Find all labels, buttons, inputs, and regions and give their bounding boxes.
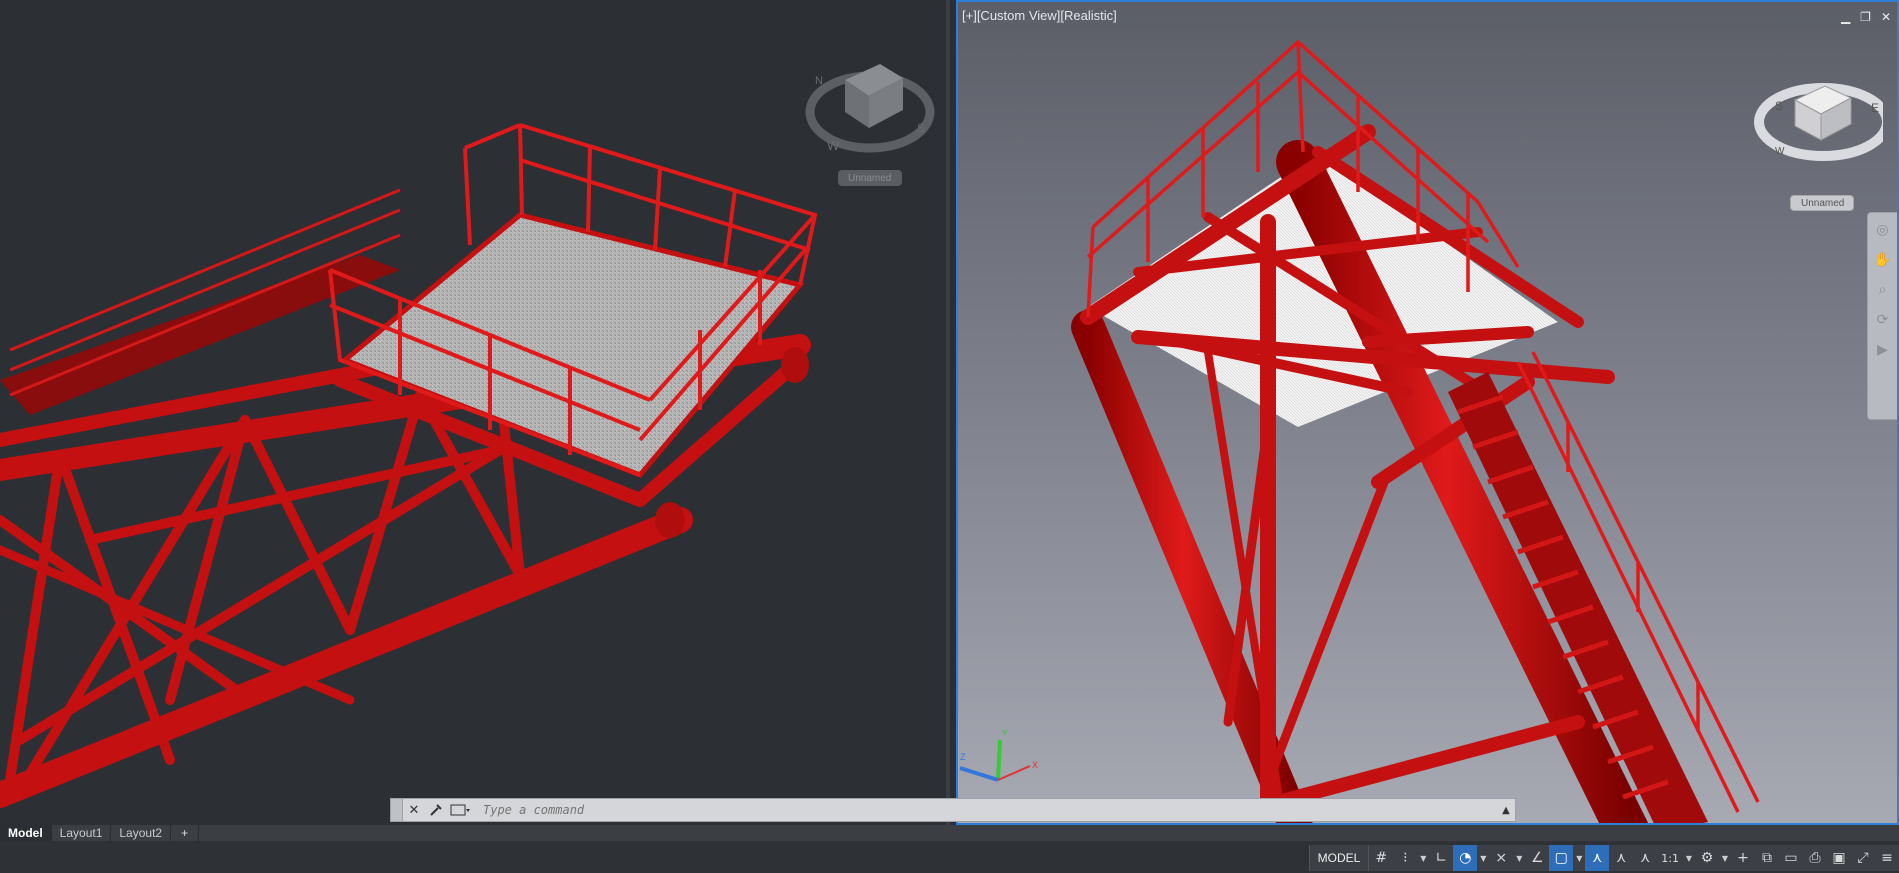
ucs-x-label: X bbox=[1032, 760, 1038, 770]
command-history-arrow-icon[interactable]: ▲ bbox=[1497, 805, 1515, 816]
close-viewport-icon[interactable]: ✕ bbox=[1881, 10, 1891, 24]
right-viewport[interactable]: Y X Z [+][Custom View][Realistic] ▁ ❐ ✕ … bbox=[956, 0, 1899, 825]
scale-dropdown-icon[interactable]: ▼ bbox=[1683, 845, 1695, 871]
recent-commands-icon[interactable] bbox=[447, 799, 475, 821]
snap-dropdown-icon[interactable]: ▼ bbox=[1417, 845, 1429, 871]
zoom-icon[interactable]: ⌕ bbox=[1874, 281, 1892, 299]
compass-w-label: W bbox=[827, 138, 840, 153]
ucs-y-label: Y bbox=[1002, 728, 1008, 738]
isodraft-dropdown-icon[interactable]: ▼ bbox=[1513, 845, 1525, 871]
snap-icon[interactable]: ⁝ bbox=[1393, 845, 1417, 871]
add-layout-button[interactable]: + bbox=[171, 825, 200, 841]
grid-icon[interactable]: # bbox=[1369, 845, 1393, 871]
customize-icon[interactable] bbox=[425, 799, 447, 821]
tab-layout2[interactable]: Layout2 bbox=[111, 825, 172, 841]
command-input[interactable] bbox=[475, 800, 1497, 820]
compass-e-label: E bbox=[1871, 101, 1879, 115]
command-line-grip[interactable] bbox=[391, 799, 403, 821]
clean-screen-icon[interactable]: ⤢ bbox=[1851, 845, 1875, 871]
viewport-label[interactable]: [+][Custom View][Realistic] bbox=[962, 8, 1117, 23]
right-named-view-menu[interactable]: Unnamed bbox=[1790, 195, 1854, 211]
close-command-line-icon[interactable]: ✕ bbox=[403, 799, 425, 821]
annotation-visibility-icon[interactable]: ⋏ bbox=[1585, 845, 1610, 871]
object-snap-tracking-icon[interactable]: ∠ bbox=[1525, 845, 1549, 871]
left-viewcube[interactable]: N W S bbox=[805, 40, 935, 160]
compass-s-label: S bbox=[917, 121, 925, 135]
viewport-controls: ▁ ❐ ✕ bbox=[1841, 10, 1891, 24]
tab-model[interactable]: Model bbox=[0, 825, 52, 841]
compass-s-label: S bbox=[1775, 99, 1783, 113]
ucs-icon: Y X Z bbox=[959, 728, 1038, 782]
compass-w-label: W bbox=[1775, 146, 1785, 157]
status-bar: MODEL # ⁝ ▼ ∟ ◔ ▼ ⨯ ▼ ∠ ▢ ▼ ⋏ ⋏ ⋏ 1:1 ▼ … bbox=[0, 841, 1899, 873]
ucs-z-label: Z bbox=[960, 752, 966, 762]
isodraft-icon[interactable]: ⨯ bbox=[1489, 845, 1513, 871]
minimize-viewport-icon[interactable]: ▁ bbox=[1841, 10, 1850, 24]
annotation-monitor-icon[interactable]: + bbox=[1731, 845, 1755, 871]
tab-layout1[interactable]: Layout1 bbox=[52, 825, 112, 841]
right-viewcube[interactable]: S E W bbox=[1753, 60, 1883, 170]
hardware-accel-icon[interactable]: ▣ bbox=[1827, 845, 1851, 871]
navigation-bar: ◎ ✋ ⌕ ⟳ ▶ bbox=[1867, 212, 1897, 420]
autoscale-icon[interactable]: ⋏ bbox=[1609, 845, 1633, 871]
object-snap-icon[interactable]: ▢ bbox=[1549, 845, 1574, 871]
restore-viewport-icon[interactable]: ❐ bbox=[1860, 10, 1871, 24]
orbit-icon[interactable]: ⟳ bbox=[1874, 311, 1892, 329]
units-icon[interactable]: ⧉ bbox=[1755, 845, 1779, 871]
left-named-view-menu[interactable]: Unnamed bbox=[838, 170, 902, 186]
scale-label[interactable]: 1:1 bbox=[1657, 852, 1683, 865]
autocad-window: N W S Unnamed Y X Z [+][Custom View][Rea… bbox=[0, 0, 1899, 873]
status-tray: MODEL # ⁝ ▼ ∟ ◔ ▼ ⨯ ▼ ∠ ▢ ▼ ⋏ ⋏ ⋏ 1:1 ▼ … bbox=[1308, 845, 1899, 871]
showmotion-icon[interactable]: ▶ bbox=[1874, 341, 1892, 359]
left-viewport[interactable]: N W S Unnamed bbox=[0, 0, 950, 825]
quick-properties-icon[interactable]: ▭ bbox=[1779, 845, 1803, 871]
command-line: ✕ ▲ bbox=[390, 798, 1516, 822]
workspace-gear-icon[interactable]: ⚙ bbox=[1695, 845, 1719, 871]
pan-icon[interactable]: ✋ bbox=[1874, 251, 1892, 269]
layout-tabs: Model Layout1 Layout2 + bbox=[0, 825, 1899, 841]
plot-icon[interactable]: ⎙ bbox=[1803, 845, 1827, 871]
compass-n-label: N bbox=[815, 75, 823, 87]
polar-icon[interactable]: ◔ bbox=[1453, 845, 1478, 871]
annotation-scale-icon[interactable]: ⋏ bbox=[1633, 845, 1657, 871]
polar-dropdown-icon[interactable]: ▼ bbox=[1477, 845, 1489, 871]
ortho-icon[interactable]: ∟ bbox=[1429, 845, 1453, 871]
customize-menu-icon[interactable]: ≡ bbox=[1875, 845, 1899, 871]
steering-wheel-icon[interactable]: ◎ bbox=[1874, 221, 1892, 239]
osnap-dropdown-icon[interactable]: ▼ bbox=[1573, 845, 1585, 871]
model-space-button[interactable]: MODEL bbox=[1310, 845, 1370, 871]
workspace-dropdown-icon[interactable]: ▼ bbox=[1719, 845, 1731, 871]
